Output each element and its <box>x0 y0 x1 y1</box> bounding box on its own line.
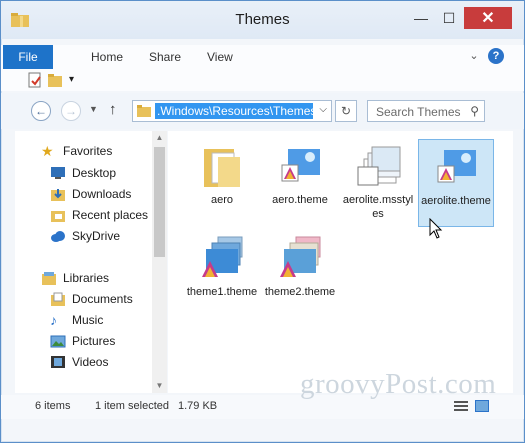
large-icons-view-icon[interactable] <box>475 400 489 412</box>
msstyles-file-icon <box>357 146 401 186</box>
cloud-icon <box>51 231 65 242</box>
tab-view[interactable]: View <box>207 45 233 69</box>
theme-gallery-icon <box>202 236 243 277</box>
watermark: groovyPost.com <box>300 368 497 400</box>
status-size: 1.79 KB <box>178 400 218 412</box>
music-icon: ♪ <box>50 312 57 328</box>
mouse-cursor-icon <box>429 218 443 239</box>
details-view-icon[interactable] <box>454 400 468 412</box>
documents-icon <box>51 292 65 306</box>
downloads-icon <box>51 189 65 201</box>
address-path[interactable]: .Windows\Resources\Themes <box>155 103 313 119</box>
file-list: aero aero.theme aerolite.msstyles aeroli… <box>168 131 513 393</box>
tab-share[interactable]: Share <box>149 45 181 69</box>
nav-pane-scrollbar[interactable]: ▲ ▼ <box>152 131 167 393</box>
back-button[interactable]: ← <box>31 101 51 121</box>
nav-item-documents[interactable]: Documents <box>50 289 133 309</box>
file-item-aero-theme[interactable]: aero.theme <box>262 139 338 219</box>
nav-item-skydrive[interactable]: SkyDrive <box>50 226 120 246</box>
minimize-button[interactable]: — <box>408 7 434 29</box>
status-item-count: 6 items <box>35 400 71 412</box>
scroll-down-icon[interactable]: ▼ <box>152 379 167 393</box>
chevron-down-icon[interactable]: ⌄ <box>466 48 482 64</box>
nav-favorites-label: Favorites <box>63 144 113 158</box>
nav-item-music[interactable]: ♪ Music <box>50 310 103 330</box>
search-field[interactable]: ⚲ <box>367 100 485 122</box>
file-item-aerolite-msstyles[interactable]: aerolite.msstyles <box>340 139 416 220</box>
folder-icon <box>204 149 240 187</box>
theme-gallery-icon <box>280 236 321 277</box>
search-input[interactable] <box>374 104 466 120</box>
search-icon[interactable]: ⚲ <box>470 104 479 118</box>
nav-favorites[interactable]: ★ Favorites <box>41 141 112 161</box>
theme-file-icon <box>281 149 320 182</box>
recent-locations-button[interactable]: ▼ <box>89 104 98 114</box>
close-button[interactable]: ✕ <box>464 7 512 29</box>
quick-access-toolbar: ▾ <box>1 69 524 91</box>
tab-file[interactable]: File <box>3 45 53 69</box>
address-field[interactable]: .Windows\Resources\Themes ⌵ <box>132 100 332 122</box>
customize-toolbar-button[interactable]: ▾ <box>69 72 85 88</box>
nav-libraries[interactable]: Libraries <box>41 268 109 288</box>
title-bar[interactable]: Themes — ☐ ✕ <box>1 1 524 39</box>
properties-icon[interactable] <box>27 72 43 88</box>
pictures-icon <box>50 335 66 348</box>
file-item-aero[interactable]: aero <box>184 139 260 219</box>
folder-icon <box>137 105 151 117</box>
status-selected: 1 item selected <box>95 400 169 412</box>
scrollbar-thumb[interactable] <box>154 147 165 257</box>
maximize-button[interactable]: ☐ <box>436 7 462 29</box>
file-item-aerolite-theme[interactable]: aerolite.theme <box>418 139 494 227</box>
file-item-theme1[interactable]: theme1.theme <box>184 231 260 311</box>
star-icon: ★ <box>41 143 54 159</box>
file-item-theme2[interactable]: theme2.theme <box>262 231 338 311</box>
ribbon-tabs: File Home Share View ⌄ ? <box>1 45 524 70</box>
library-icon <box>42 272 56 285</box>
address-bar-row: ← → ▼ ↑ .Windows\Resources\Themes ⌵ ↻ ⚲ <box>1 93 524 129</box>
theme-file-icon <box>437 150 476 183</box>
tab-home[interactable]: Home <box>91 45 123 69</box>
refresh-icon[interactable]: ↻ <box>335 100 357 122</box>
navigation-pane: ★ Favorites Desktop Downloads Recent pla… <box>15 131 152 393</box>
up-arrow-icon[interactable]: ↑ <box>109 101 117 118</box>
chevron-down-icon[interactable]: ⌵ <box>319 104 327 115</box>
videos-icon <box>51 356 65 368</box>
scroll-up-icon[interactable]: ▲ <box>152 131 167 145</box>
help-icon[interactable]: ? <box>488 48 504 64</box>
nav-item-desktop[interactable]: Desktop <box>50 163 116 183</box>
nav-libraries-label: Libraries <box>63 271 110 285</box>
nav-item-downloads[interactable]: Downloads <box>50 184 131 204</box>
nav-item-pictures[interactable]: Pictures <box>50 331 115 351</box>
desktop-icon <box>51 167 65 179</box>
nav-item-videos[interactable]: Videos <box>50 352 108 372</box>
nav-item-recent-places[interactable]: Recent places <box>50 205 148 225</box>
forward-button[interactable]: → <box>61 101 81 121</box>
recent-places-icon <box>51 211 65 222</box>
new-folder-icon[interactable] <box>47 72 63 88</box>
